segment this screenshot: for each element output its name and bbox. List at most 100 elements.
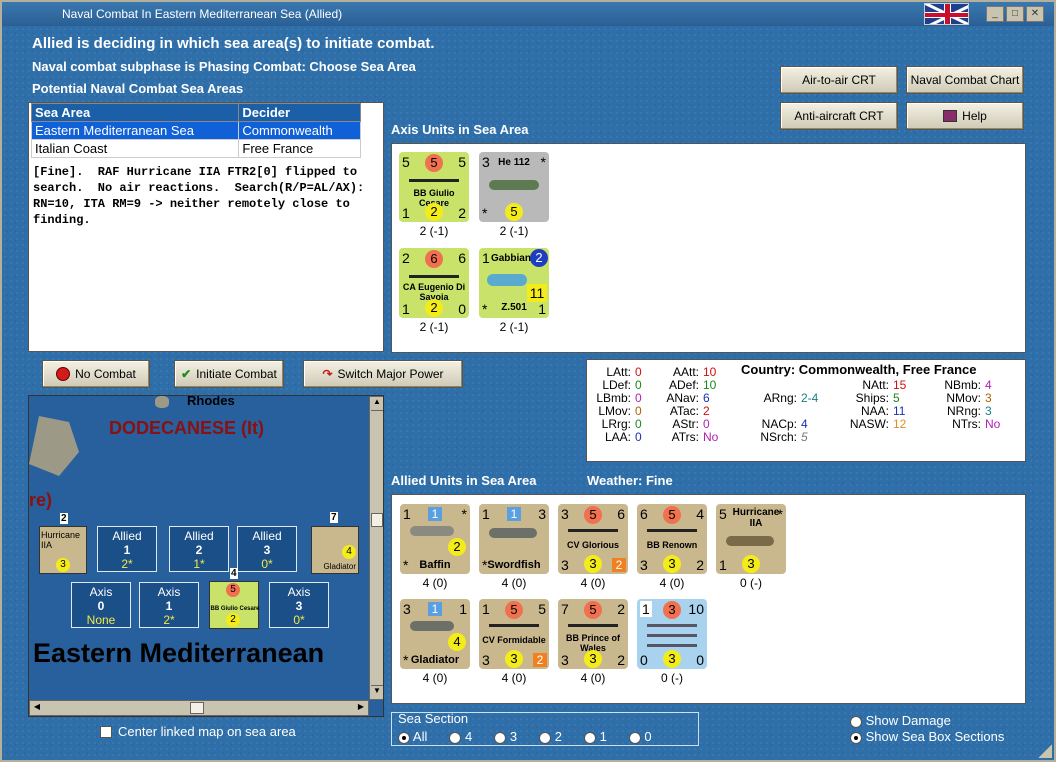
unit-status: 4 (0)	[580, 576, 606, 590]
air-to-air-crt-button[interactable]: Air-to-air CRT	[780, 66, 898, 94]
table-row[interactable]: Eastern Mediterranean Sea Commonwealth	[30, 121, 361, 140]
minimize-button[interactable]: _	[986, 6, 1004, 22]
axis-box-3[interactable]: Axis 3 0*	[269, 582, 329, 628]
center-map-option[interactable]: Center linked map on sea area	[100, 724, 296, 739]
aircraft-icon	[726, 536, 774, 546]
subphase-line: Naval combat subphase is Phasing Combat:…	[32, 59, 416, 74]
island-rhodes	[29, 416, 79, 476]
axis-units-panel: 5 5 5 BB Giulio Cesare 1 2 2 2 (-1) 3 He…	[391, 143, 1026, 353]
resize-grip-icon[interactable]	[1038, 744, 1052, 758]
help-button[interactable]: Help	[906, 102, 1024, 130]
no-entry-icon	[56, 367, 71, 381]
unit-counter-bb-prince-of-wales[interactable]: 7 5 2 BB Prince of Wales 3 3 2	[558, 599, 628, 669]
show-sea-box-sections-option[interactable]: Show Sea Box Sections	[850, 729, 1004, 744]
island-small	[155, 396, 169, 408]
allied-box-3[interactable]: Allied 3 0*	[237, 526, 297, 572]
book-icon	[943, 110, 958, 122]
unit-status: 4 (0)	[501, 576, 527, 590]
naval-combat-chart-button[interactable]: Naval Combat Chart	[906, 66, 1024, 94]
switch-major-power-button[interactable]: ↷ Switch Major Power	[303, 360, 463, 388]
map-horizontal-scrollbar[interactable]: ◀ ▶	[29, 700, 369, 716]
section-option-1[interactable]: 1	[583, 729, 607, 744]
unit-counter-convoy[interactable]: 1 3 10 0 3 0	[637, 599, 707, 669]
map-vertical-scrollbar[interactable]: ▲ ▼	[369, 396, 383, 700]
axis-box-0[interactable]: Axis 0 None	[71, 582, 131, 628]
unit-counter-cv-glorious[interactable]: 3 5 6 CV Glorious 3 3 2	[558, 504, 628, 574]
unit-counter-baffin[interactable]: 1 1 * 2 * Baffin	[400, 504, 470, 574]
sea-section-options: All 4 3 2 1 0	[398, 729, 652, 744]
sea-area-map[interactable]: Rhodes DODECANESE (It) re) Allied 1 2* All…	[28, 395, 384, 717]
power-stats-panel: LAtt: 0 LDef: 0 LBmb: 0 LMov: 0 LRrg: 0 LAA: 0…	[586, 359, 1026, 462]
country-label: Country: Commonwealth, Free France	[741, 362, 977, 377]
aircraft-icon	[489, 528, 537, 538]
anti-aircraft-crt-button[interactable]: Anti-aircraft CRT	[780, 102, 898, 130]
close-button[interactable]: ✕	[1026, 6, 1044, 22]
unit-counter-gabbiano[interactable]: 1 Gabbiano 2 11 * Z.501 1	[479, 248, 549, 318]
axis-units-title: Axis Units in Sea Area	[391, 122, 529, 137]
maximize-button[interactable]: □	[1006, 6, 1024, 22]
section-option-3[interactable]: 3	[494, 729, 517, 744]
unit-status: 2 (-1)	[499, 320, 529, 334]
unit-status: 2 (-1)	[499, 224, 529, 238]
table-row[interactable]: Italian Coast Free France	[30, 139, 361, 158]
unit-counter-bb-giulio-cesare[interactable]: 5 5 5 BB Giulio Cesare 1 2 2	[399, 152, 469, 222]
show-damage-option[interactable]: Show Damage	[850, 713, 951, 728]
checkmark-icon: ✔	[181, 367, 192, 381]
allied-box-2[interactable]: Allied 2 1*	[169, 526, 229, 572]
center-map-checkbox[interactable]	[100, 725, 112, 738]
window-title: Naval Combat In Eastern Mediterranean Se…	[62, 7, 343, 21]
map-counter-gladiator[interactable]: Gladiator 4	[311, 526, 359, 574]
allied-units-title: Allied Units in Sea Area	[391, 473, 537, 488]
unit-status: 4 (0)	[580, 671, 606, 685]
map-label-re: re)	[29, 490, 53, 510]
unit-counter-hurricane-iia[interactable]: 5 Hurricane IIA * 1 3	[716, 504, 786, 574]
sea-areas-heading: Potential Naval Combat Sea Areas	[32, 81, 244, 96]
map-label-sea-name: Eastern Mediterranean	[33, 638, 325, 668]
sea-areas-panel: Sea Area Decider Eastern Mediterranean S…	[28, 102, 384, 352]
unit-status: 2 (-1)	[419, 320, 449, 334]
unit-counter-gladiator[interactable]: 3 1 1 4 * Gladiator	[400, 599, 470, 669]
weather-label: Weather: Fine	[587, 473, 673, 488]
title-bar: Naval Combat In Eastern Mediterranean Se…	[2, 2, 1054, 26]
stack-badge: 4	[230, 568, 238, 579]
section-option-all[interactable]: All	[398, 729, 427, 744]
aircraft-icon	[410, 621, 454, 631]
map-label-rhodes: Rhodes	[187, 395, 235, 408]
col-decider[interactable]: Decider	[238, 103, 361, 122]
unit-counter-ca-eugenio-di-savoia[interactable]: 2 6 6 CA Eugenio Di Savoia 1 2 0	[399, 248, 469, 318]
union-jack-flag-icon	[924, 3, 969, 25]
unit-status: 4 (0)	[422, 671, 448, 685]
sea-areas-table: Sea Area Decider Eastern Mediterranean S…	[30, 103, 361, 158]
unit-status: 4 (0)	[501, 671, 527, 685]
map-counter-bb-giulio-cesare[interactable]: 5 BB Giulio Cesare 2	[209, 581, 260, 629]
unit-status: 4 (0)	[422, 576, 448, 590]
aircraft-icon	[410, 526, 454, 536]
unit-status: 4 (0)	[659, 576, 685, 590]
unit-counter-cv-formidable[interactable]: 1 5 5 CV Formidable 3 3 2	[479, 599, 549, 669]
switch-arrow-icon: ↷	[322, 367, 333, 381]
unit-status: 2 (-1)	[419, 224, 449, 238]
col-sea-area[interactable]: Sea Area	[30, 103, 240, 122]
initiate-combat-button[interactable]: ✔ Initiate Combat	[174, 360, 284, 388]
map-counter-hurricane[interactable]: Hurricane IIA 3	[39, 526, 87, 574]
section-option-0[interactable]: 0	[628, 729, 652, 744]
sea-section-group: Sea Section All 4 3 2 1 0	[391, 711, 699, 746]
unit-status: 0 (-)	[661, 671, 683, 685]
seaplane-icon	[487, 274, 527, 286]
unit-counter-he-112[interactable]: 3 He 112 * * 5	[479, 152, 549, 222]
unit-counter-bb-renown[interactable]: 6 5 4 BB Renown 3 3 2	[637, 504, 707, 574]
unit-status: 0 (-)	[740, 576, 762, 590]
map-label-dodecanese: DODECANESE (It)	[109, 418, 265, 438]
no-combat-button[interactable]: No Combat	[42, 360, 150, 388]
allied-units-panel: 1 1 * 2 * Baffin 4 (0) 1 1 3 * Swordfish…	[391, 494, 1026, 704]
combat-log: [Fine]. RAF Hurricane IIA FTR2[0] flippe…	[33, 165, 365, 227]
section-option-4[interactable]: 4	[449, 729, 472, 744]
dialog-window: Naval Combat In Eastern Mediterranean Se…	[0, 0, 1056, 762]
stack-badge: 7	[330, 512, 338, 523]
allied-box-1[interactable]: Allied 1 2*	[97, 526, 157, 572]
status-line: Allied is deciding in which sea area(s) …	[32, 35, 435, 52]
unit-counter-swordfish[interactable]: 1 1 3 * Swordfish	[479, 504, 549, 574]
section-option-2[interactable]: 2	[539, 729, 562, 744]
axis-box-1[interactable]: Axis 1 2*	[139, 582, 199, 628]
aircraft-icon	[489, 180, 539, 190]
